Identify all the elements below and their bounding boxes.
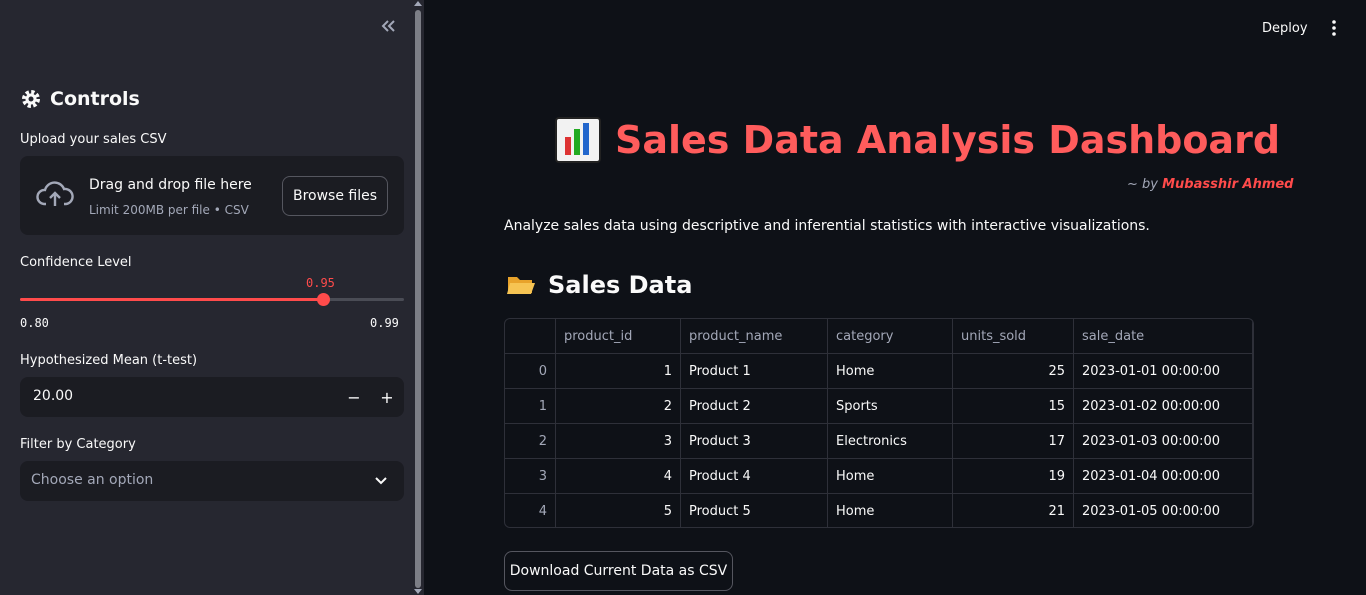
chevron-down-icon (375, 477, 387, 485)
table-header-cell[interactable] (505, 319, 556, 354)
section-title-text: Sales Data (548, 271, 693, 299)
table-cell: 15 (953, 389, 1074, 424)
table-cell: 1 (556, 354, 681, 389)
folder-icon (507, 277, 535, 294)
sidebar-scrollbar[interactable] (415, 10, 421, 588)
table-cell: 2023-01-04 00:00:00 (1074, 459, 1253, 494)
table-cell: 2 (556, 389, 681, 424)
table-row: 4 5 Product 5 Home 21 2023-01-05 00:00:00 (505, 494, 1253, 527)
scroll-up-icon[interactable] (414, 0, 422, 6)
page-title: Sales Data Analysis Dashboard (555, 114, 1280, 166)
scroll-down-icon[interactable] (414, 589, 422, 595)
file-limit-text: Limit 200MB per file • CSV (89, 203, 249, 217)
table-header-cell[interactable]: product_name (681, 319, 828, 354)
table-cell: 4 (505, 494, 556, 527)
confidence-slider[interactable] (20, 293, 404, 306)
hyp-mean-input[interactable]: 20.00 − + (20, 377, 404, 417)
table-cell: 21 (953, 494, 1074, 527)
byline: ~ by Mubasshir Ahmed (1127, 177, 1294, 192)
slider-fill (20, 298, 324, 301)
table-cell: Sports (828, 389, 953, 424)
double-chevron-left-icon (381, 20, 395, 32)
bar-chart-icon (555, 117, 601, 163)
page-title-text: Sales Data Analysis Dashboard (615, 118, 1281, 162)
byline-prefix: ~ by (1127, 177, 1163, 192)
table-cell: Electronics (828, 424, 953, 459)
browse-files-button[interactable]: Browse files (282, 176, 388, 216)
table-cell: Home (828, 494, 953, 527)
hyp-mean-value[interactable]: 20.00 (33, 388, 73, 404)
sales-data-table[interactable]: product_id product_name category units_sold… (504, 318, 1254, 528)
category-select[interactable]: Choose an option (20, 461, 404, 501)
table-header-cell[interactable]: category (828, 319, 953, 354)
table-cell: 3 (505, 459, 556, 494)
table-row: 1 2 Product 2 Sports 15 2023-01-02 00:00:00 (505, 389, 1253, 424)
cloud-upload-icon (36, 181, 74, 206)
upload-label: Upload your sales CSV (20, 132, 167, 147)
author-name: Mubasshir Ahmed (1162, 177, 1294, 192)
table-cell: 4 (556, 459, 681, 494)
table-cell: 0 (505, 354, 556, 389)
table-cell: 3 (556, 424, 681, 459)
vertical-dots-icon (1332, 20, 1336, 36)
table-cell: Home (828, 459, 953, 494)
table-cell: 2023-01-05 00:00:00 (1074, 494, 1253, 527)
table-cell: Product 4 (681, 459, 828, 494)
section-title: Sales Data (506, 268, 692, 302)
table-row: 0 1 Product 1 Home 25 2023-01-01 00:00:00 (505, 354, 1253, 389)
hyp-mean-label: Hypothesized Mean (t-test) (20, 353, 198, 368)
table-cell: Product 3 (681, 424, 828, 459)
table-row: 3 4 Product 4 Home 19 2023-01-04 00:00:00 (505, 459, 1253, 494)
table-header-row: product_id product_name category units_sold… (505, 319, 1253, 354)
table-header-cell[interactable]: units_sold (953, 319, 1074, 354)
drag-drop-text: Drag and drop file here (89, 177, 252, 193)
table-cell: 2023-01-03 00:00:00 (1074, 424, 1253, 459)
table-cell: 25 (953, 354, 1074, 389)
confidence-value: 0.95 (306, 276, 335, 290)
description: Analyze sales data using descriptive and… (504, 218, 1150, 234)
deploy-button[interactable]: Deploy (1262, 18, 1308, 38)
collapse-sidebar-button[interactable] (376, 14, 400, 38)
table-cell: Product 2 (681, 389, 828, 424)
confidence-label: Confidence Level (20, 255, 132, 270)
table-cell: Product 5 (681, 494, 828, 527)
sidebar: Controls Upload your sales CSV Drag and … (0, 0, 424, 595)
gear-icon (22, 90, 40, 108)
table-row: 2 3 Product 3 Electronics 17 2023-01-03 00:00… (505, 424, 1253, 459)
slider-thumb[interactable] (317, 293, 331, 306)
decrement-button[interactable]: − (342, 385, 366, 409)
table-header-cell[interactable]: product_id (556, 319, 681, 354)
main-menu-button[interactable] (1324, 18, 1344, 38)
table-cell: 2023-01-02 00:00:00 (1074, 389, 1253, 424)
table-cell: 1 (505, 389, 556, 424)
increment-button[interactable]: + (375, 385, 399, 409)
category-filter-label: Filter by Category (20, 437, 136, 452)
controls-title: Controls (20, 86, 140, 112)
table-cell: Product 1 (681, 354, 828, 389)
table-cell: 5 (556, 494, 681, 527)
download-csv-button[interactable]: Download Current Data as CSV (504, 551, 733, 591)
table-cell: 2023-01-01 00:00:00 (1074, 354, 1253, 389)
slider-max-label: 0.99 (370, 316, 399, 330)
table-cell: 19 (953, 459, 1074, 494)
table-cell: Home (828, 354, 953, 389)
table-cell: 2 (505, 424, 556, 459)
category-placeholder: Choose an option (31, 472, 154, 488)
controls-title-text: Controls (50, 88, 140, 110)
table-header-cell[interactable]: sale_date (1074, 319, 1253, 354)
table-cell: 17 (953, 424, 1074, 459)
slider-min-label: 0.80 (20, 316, 49, 330)
file-uploader[interactable]: Drag and drop file here Limit 200MB per … (20, 156, 404, 235)
